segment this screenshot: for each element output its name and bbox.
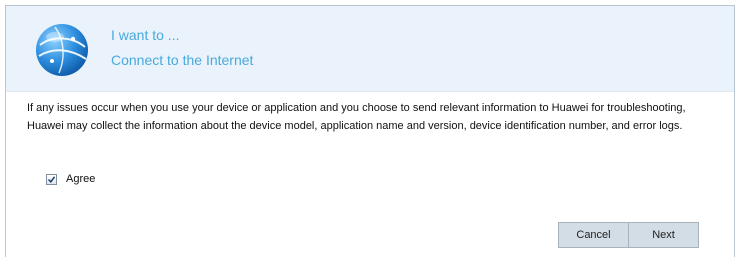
globe-icon: [36, 24, 88, 76]
checkmark-icon: [48, 175, 55, 183]
cancel-button[interactable]: Cancel: [558, 222, 629, 248]
agree-checkbox[interactable]: [46, 173, 57, 185]
privacy-notice: If any issues occur when you use your de…: [27, 102, 686, 132]
wizard-dialog: I want to ... Connect to the Internet If…: [5, 5, 735, 257]
next-button[interactable]: Next: [628, 222, 699, 248]
agree-row[interactable]: Agree: [46, 172, 95, 186]
wizard-header: I want to ... Connect to the Internet: [6, 6, 734, 92]
agree-label[interactable]: Agree: [66, 173, 95, 185]
wizard-subtitle: Connect to the Internet: [111, 52, 254, 68]
wizard-title: I want to ...: [111, 27, 180, 43]
